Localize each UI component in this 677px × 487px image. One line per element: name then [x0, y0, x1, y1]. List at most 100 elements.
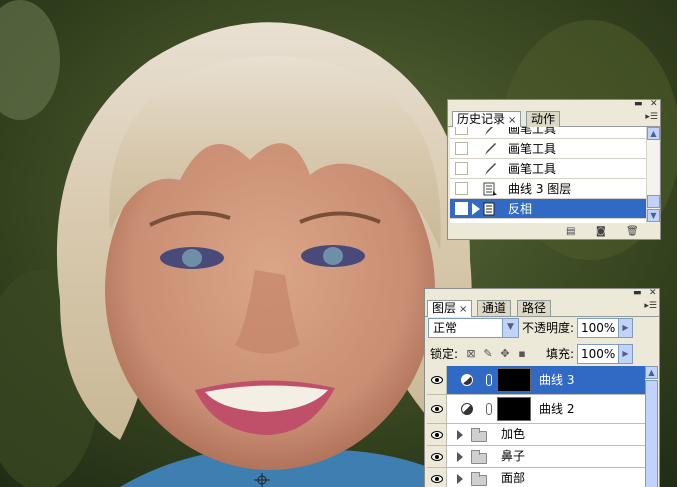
- folder-icon: [471, 428, 487, 442]
- visibility-toggle[interactable]: [427, 395, 447, 423]
- history-snapshot-checkbox[interactable]: [455, 142, 468, 155]
- opacity-slider-icon[interactable]: ▶: [618, 319, 632, 337]
- layer-name: 曲线 3: [539, 373, 575, 387]
- history-item[interactable]: 画笔工具: [450, 139, 646, 159]
- tab-paths-label: 路径: [522, 301, 547, 315]
- layers-scrollbar[interactable]: ▲: [645, 366, 658, 487]
- history-item-label: 画笔工具: [508, 127, 557, 136]
- lock-transparent-icon[interactable]: ⊠: [465, 348, 477, 360]
- history-snapshot-checkbox[interactable]: [455, 182, 468, 195]
- lock-label: 锁定:: [430, 347, 459, 361]
- crosshair-cursor-icon: [254, 473, 270, 487]
- history-snapshot-checkbox[interactable]: [455, 127, 468, 135]
- minimize-icon[interactable]: ▬: [634, 100, 643, 109]
- brush-icon: [485, 127, 493, 135]
- history-item-label: 画笔工具: [508, 142, 557, 156]
- tab-history-label: 历史记录: [457, 112, 506, 126]
- eye-icon: [431, 376, 443, 384]
- history-list: 画笔工具 画笔工具 画笔工具 曲线 3 图层 反相: [450, 127, 646, 223]
- history-item[interactable]: 画笔工具: [450, 127, 646, 139]
- history-item-label: 反相: [508, 202, 533, 216]
- history-snapshot-checkbox[interactable]: [455, 162, 468, 175]
- layers-panel-tabs: 图层 × 通道 路径 ▸☰: [425, 299, 659, 317]
- history-item-label: 画笔工具: [508, 162, 557, 176]
- tab-history[interactable]: 历史记录 ×: [452, 111, 522, 128]
- visibility-toggle[interactable]: [427, 446, 447, 467]
- history-scrollbar[interactable]: ▲ ▼: [646, 127, 660, 223]
- tab-close-icon[interactable]: ×: [459, 304, 467, 315]
- fill-field[interactable]: 100% ▶: [577, 344, 633, 364]
- tab-actions-label: 动作: [531, 112, 556, 126]
- new-layer-state-icon: [483, 202, 495, 216]
- expand-arrow-icon[interactable]: [457, 474, 463, 484]
- tab-layers[interactable]: 图层 ×: [427, 300, 473, 317]
- eye-icon: [431, 405, 443, 413]
- lock-image-icon[interactable]: ✎: [482, 348, 494, 360]
- new-document-from-state-icon[interactable]: ▤: [566, 226, 575, 237]
- opacity-field[interactable]: 100% ▶: [577, 318, 633, 338]
- link-icon[interactable]: [486, 374, 492, 386]
- history-panel-tabs: 历史记录 × 动作 ▸☰: [448, 110, 660, 128]
- tab-layers-label: 图层: [432, 301, 457, 315]
- visibility-toggle[interactable]: [427, 366, 447, 394]
- history-item-selected[interactable]: 反相: [450, 199, 646, 219]
- expand-arrow-icon[interactable]: [457, 430, 463, 440]
- scroll-thumb[interactable]: [647, 195, 660, 208]
- eye-icon: [431, 431, 443, 439]
- chevron-down-icon[interactable]: ▼: [502, 319, 518, 337]
- layers-panel-titlebar[interactable]: ▬ ✕: [425, 289, 659, 299]
- curves-adjustment-icon: [461, 403, 473, 415]
- scroll-up-icon[interactable]: ▲: [645, 366, 658, 379]
- layer-group-row[interactable]: 加色: [427, 424, 645, 446]
- minimize-icon[interactable]: ▬: [633, 289, 642, 298]
- tab-paths[interactable]: 路径: [517, 300, 552, 316]
- blend-mode-select[interactable]: 正常 ▼: [428, 318, 519, 338]
- history-item-label: 曲线 3 图层: [508, 182, 572, 196]
- layers-list: 曲线 3 曲线 2 加色 鼻子 面部: [427, 366, 645, 487]
- panel-menu-icon[interactable]: ▸☰: [644, 301, 657, 311]
- fill-slider-icon[interactable]: ▶: [618, 345, 632, 363]
- panel-menu-icon[interactable]: ▸☰: [645, 112, 658, 122]
- history-panel-titlebar[interactable]: ▬ ✕: [448, 100, 660, 110]
- layer-mask-thumbnail[interactable]: [497, 368, 531, 392]
- history-item[interactable]: 曲线 3 图层: [450, 179, 646, 199]
- curves-adjustment-icon: [461, 374, 473, 386]
- new-snapshot-icon[interactable]: ◙: [596, 226, 606, 237]
- folder-icon: [471, 450, 487, 464]
- tab-channels[interactable]: 通道: [477, 300, 512, 316]
- blend-mode-value: 正常: [433, 321, 458, 335]
- expand-arrow-icon[interactable]: [457, 452, 463, 462]
- layer-name: 加色: [501, 427, 526, 441]
- history-snapshot-checkbox[interactable]: [455, 202, 468, 215]
- layer-mask-thumbnail[interactable]: [497, 397, 531, 421]
- layer-name: 面部: [501, 471, 526, 485]
- lock-all-icon[interactable]: ▪: [516, 348, 528, 360]
- close-icon[interactable]: ✕: [649, 289, 657, 298]
- link-icon[interactable]: [486, 403, 492, 415]
- lock-position-icon[interactable]: ✥: [499, 348, 511, 360]
- layer-row[interactable]: 曲线 2: [427, 395, 645, 424]
- tab-actions[interactable]: 动作: [526, 111, 561, 127]
- history-panel: ▬ ✕ 历史记录 × 动作 ▸☰ 画笔工具 画笔工具 画笔工具 曲线 3 图层 …: [447, 99, 661, 240]
- scroll-up-icon[interactable]: ▲: [647, 127, 660, 140]
- history-state-slider-icon[interactable]: [472, 203, 480, 215]
- layer-row-selected[interactable]: 曲线 3: [427, 366, 645, 395]
- visibility-toggle[interactable]: [427, 468, 447, 487]
- close-icon[interactable]: ✕: [650, 100, 658, 109]
- tab-channels-label: 通道: [482, 301, 507, 315]
- layer-name: 鼻子: [501, 449, 526, 463]
- tab-close-icon[interactable]: ×: [508, 115, 516, 126]
- brush-icon: [485, 143, 496, 155]
- visibility-toggle[interactable]: [427, 424, 447, 445]
- layer-group-row[interactable]: 鼻子: [427, 446, 645, 468]
- delete-icon[interactable]: 🗑: [626, 226, 639, 237]
- layers-panel: ▬ ✕ 图层 × 通道 路径 ▸☰ 正常 ▼ 不透明度: 100% ▶ 锁定: ⊠…: [424, 288, 660, 487]
- layer-group-row[interactable]: 面部: [427, 468, 645, 487]
- history-item[interactable]: 画笔工具: [450, 159, 646, 179]
- history-footer: ▤ ◙ 🗑: [448, 224, 660, 239]
- brush-icon: [485, 163, 496, 175]
- scroll-down-icon[interactable]: ▼: [647, 209, 660, 222]
- opacity-label: 不透明度:: [522, 321, 575, 335]
- scroll-thumb[interactable]: [645, 380, 658, 487]
- new-layer-state-icon: [483, 182, 497, 196]
